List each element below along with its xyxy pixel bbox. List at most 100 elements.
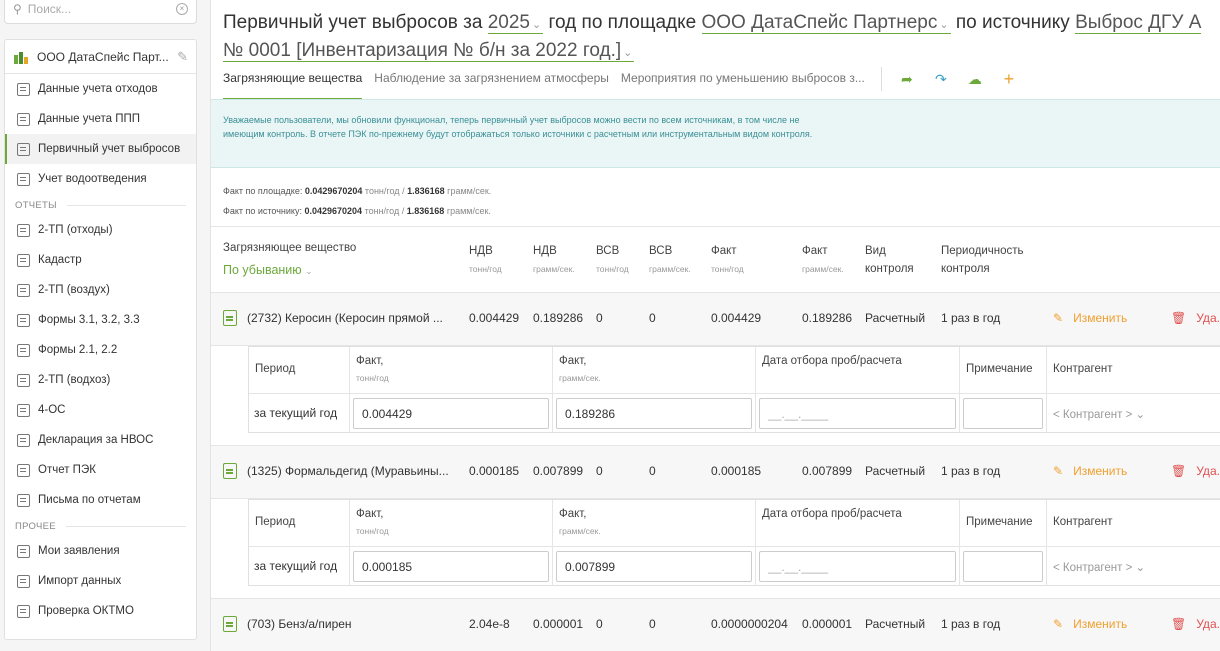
tab-pollutants[interactable]: Загрязняющие вещества bbox=[223, 66, 363, 100]
sub-th-date: Дата отбора проб/расчета bbox=[756, 500, 960, 546]
note-input[interactable] bbox=[963, 398, 1043, 429]
note-input[interactable] bbox=[963, 551, 1043, 582]
org-select[interactable]: ООО ДатаСпейс Партнерс ⌄ bbox=[701, 12, 951, 34]
ndv-tons: 0.004429 bbox=[469, 311, 520, 325]
nav-item-report[interactable]: Формы 2.1, 2.2 bbox=[5, 335, 196, 365]
export-icon[interactable]: ↷ bbox=[924, 67, 958, 91]
nav-item-label: Данные учета ППП bbox=[38, 113, 141, 125]
pencil-icon: ✎ bbox=[1053, 311, 1064, 325]
nav-item-ppp[interactable]: Данные учета ППП bbox=[5, 104, 196, 134]
org-selector[interactable]: ООО ДатаСпейс Парт... ✎ bbox=[5, 40, 196, 74]
delete-label: Уда... bbox=[1196, 464, 1220, 478]
fact-grams-input[interactable] bbox=[556, 398, 752, 429]
delete-button[interactable]: 🗑 Уда... bbox=[1171, 464, 1220, 478]
sort-select[interactable]: По убыванию ⌄ bbox=[223, 263, 313, 277]
th-substance: Загрязняющее вещество bbox=[223, 242, 357, 254]
ndv-tons: 0.000185 bbox=[469, 464, 520, 478]
sub-cell-fact-grams bbox=[553, 393, 756, 433]
delete-button[interactable]: 🗑 Уда... bbox=[1171, 617, 1220, 631]
th-label: Факт, bbox=[356, 508, 384, 520]
th-unit: грамм/сек. bbox=[559, 526, 601, 536]
nav-item-report[interactable]: Письма по отчетам bbox=[5, 485, 196, 515]
sub-th-fact-grams: Факт, грамм/сек. bbox=[553, 347, 756, 393]
fact-source-label: Факт по источнику: bbox=[223, 206, 302, 216]
import-icon bbox=[17, 574, 30, 588]
th-unit: грамм/сек. bbox=[533, 264, 575, 274]
delete-button[interactable]: 🗑 Уда... bbox=[1171, 311, 1220, 325]
sub-cell-note bbox=[960, 546, 1047, 586]
chevron-down-icon: ⌄ bbox=[623, 47, 633, 59]
control-type: Расчетный bbox=[865, 311, 926, 325]
nav-item-report[interactable]: 2-ТП (водхоз) bbox=[5, 365, 196, 395]
date-input[interactable] bbox=[759, 398, 956, 429]
ndv-grams: 0.189286 bbox=[533, 311, 584, 325]
th-label: Факт, bbox=[356, 355, 384, 367]
nav-item-applications[interactable]: Мои заявления bbox=[5, 536, 196, 566]
th-label: ВСВ bbox=[649, 245, 673, 257]
year-select[interactable]: 2025 ⌄ bbox=[487, 12, 544, 34]
fact-grams-input[interactable] bbox=[556, 551, 752, 582]
document-icon bbox=[17, 142, 30, 156]
tab-atmosphere[interactable]: Наблюдение за загрязнением атмосферы bbox=[374, 66, 609, 100]
nav-item-report[interactable]: Отчет ПЭК bbox=[5, 455, 196, 485]
title-text: год по площадке bbox=[548, 12, 697, 33]
search-input[interactable]: ⚲ Поиск... × bbox=[4, 0, 197, 24]
sub-th-note: Примечание bbox=[960, 347, 1047, 393]
edit-button[interactable]: ✎ Изменить bbox=[1053, 464, 1127, 478]
nav-item-label: Письма по отчетам bbox=[38, 494, 141, 506]
separator: / bbox=[402, 186, 405, 196]
th-ndv-tons: НДВ тонн/год bbox=[469, 242, 502, 278]
sub-cell-note bbox=[960, 393, 1047, 433]
year-value: 2025 bbox=[487, 12, 531, 33]
table-row[interactable]: (1325) Формальдегид (Муравьины... 0.0001… bbox=[211, 445, 1220, 499]
nav-item-label: Мои заявления bbox=[38, 545, 120, 557]
th-fact-tons: Факт тонн/год bbox=[711, 242, 744, 278]
ndv-grams: 0.007899 bbox=[533, 464, 584, 478]
unit-grams: грамм/сек. bbox=[446, 206, 491, 216]
table-row[interactable]: (703) Бенз/а/пирен 2.04e-8 0.000001 0 0 … bbox=[211, 598, 1220, 651]
unit-tons: тонн/год bbox=[364, 186, 400, 196]
vsv-grams: 0 bbox=[649, 617, 656, 631]
nav-item-report[interactable]: Декларация за НВОС bbox=[5, 425, 196, 455]
nav-item-emissions[interactable]: Первичный учет выбросов bbox=[5, 134, 196, 164]
nav-item-report[interactable]: 2-ТП (отходы) bbox=[5, 215, 196, 245]
trash-icon: 🗑 bbox=[1171, 464, 1187, 478]
fact-tons-input[interactable] bbox=[353, 551, 549, 582]
nav-item-water[interactable]: Учет водоотведения bbox=[5, 164, 196, 194]
nav-item-waste[interactable]: Данные учета отходов bbox=[5, 74, 196, 104]
sub-cell-period: за текущий год bbox=[249, 393, 350, 433]
th-label: Факт bbox=[711, 245, 737, 257]
th-ndv-grams: НДВ грамм/сек. bbox=[533, 242, 575, 278]
tab-measures[interactable]: Мероприятия по уменьшению выбросов з... bbox=[621, 66, 865, 100]
nav-item-label: Первичный учет выбросов bbox=[38, 143, 181, 155]
nav-item-report[interactable]: 2-ТП (воздух) bbox=[5, 275, 196, 305]
add-icon[interactable]: + bbox=[992, 67, 1026, 91]
edit-button[interactable]: ✎ Изменить bbox=[1053, 617, 1127, 631]
substance-name: (1325) Формальдегид (Муравьины... bbox=[247, 464, 449, 478]
control-type: Расчетный bbox=[865, 617, 926, 631]
contractor-select[interactable]: < Контрагент > ⌄ bbox=[1047, 393, 1220, 433]
unit-grams: грамм/сек. bbox=[447, 186, 492, 196]
nav-item-report[interactable]: Формы 3.1, 3.2, 3.3 bbox=[5, 305, 196, 335]
clear-icon[interactable]: × bbox=[176, 3, 188, 15]
main-content: Первичный учет выбросов за 2025 ⌄ год по … bbox=[210, 0, 1220, 651]
upload-icon[interactable]: ☁ bbox=[958, 67, 992, 91]
share-icon[interactable]: ➦ bbox=[890, 67, 924, 91]
nav-item-report[interactable]: Кадастр bbox=[5, 245, 196, 275]
contractor-select[interactable]: < Контрагент > ⌄ bbox=[1047, 546, 1220, 586]
nav-item-report[interactable]: 4-ОС bbox=[5, 395, 196, 425]
th-unit: тонн/год bbox=[356, 526, 389, 536]
nav-item-import[interactable]: Импорт данных bbox=[5, 566, 196, 596]
control-period: 1 раз в год bbox=[941, 464, 1001, 478]
vsv-grams: 0 bbox=[649, 464, 656, 478]
pin-icon[interactable]: ✎ bbox=[177, 49, 188, 65]
nav-item-label: 2-ТП (воздух) bbox=[38, 284, 110, 296]
table-row[interactable]: (2732) Керосин (Керосин прямой ... 0.004… bbox=[211, 292, 1220, 346]
nav-item-oktmo[interactable]: Проверка ОКТМО bbox=[5, 596, 196, 626]
date-input[interactable] bbox=[759, 551, 956, 582]
vsv-tons: 0 bbox=[596, 311, 603, 325]
nav-reports: 2-ТП (отходы) Кадастр 2-ТП (воздух) Форм… bbox=[5, 215, 196, 515]
nav-item-label: Данные учета отходов bbox=[38, 83, 158, 95]
fact-tons-input[interactable] bbox=[353, 398, 549, 429]
edit-button[interactable]: ✎ Изменить bbox=[1053, 311, 1127, 325]
